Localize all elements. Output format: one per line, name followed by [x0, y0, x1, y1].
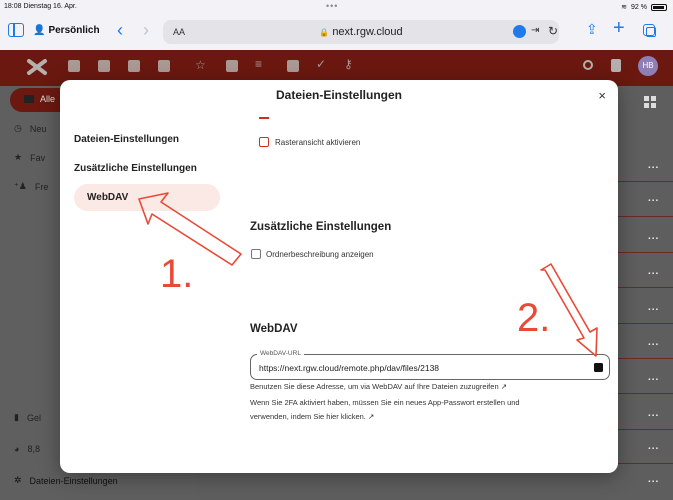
- reader-icon[interactable]: ⇥: [531, 25, 539, 36]
- clipboard-icon[interactable]: [594, 363, 603, 372]
- row-actions-button[interactable]: ...: [648, 160, 659, 171]
- status-bar: 18:08 Dienstag 16. Apr. ••• ≋ 92 %: [0, 0, 673, 14]
- trash-icon: ▮: [14, 412, 19, 422]
- sidebar-item-settings[interactable]: ✲ Dateien-Einstellungen: [14, 475, 118, 486]
- deck-app-icon[interactable]: ≡: [255, 57, 267, 71]
- webdav-help-link[interactable]: Benutzen Sie diese Adresse, um via WebDA…: [250, 381, 507, 393]
- wifi-icon: ≋: [621, 4, 628, 11]
- section-underline: [259, 117, 269, 119]
- grid-view-label: Rasteransicht aktivieren: [275, 138, 361, 147]
- close-icon[interactable]: ×: [598, 88, 606, 103]
- files-app-icon[interactable]: [68, 60, 80, 72]
- webdav-url-field[interactable]: WebDAV-URL https://next.rgw.cloud/remote…: [250, 350, 610, 380]
- row-actions-button[interactable]: ...: [648, 337, 659, 348]
- contacts-app-icon[interactable]: [128, 60, 140, 72]
- folder-description-label: Ordnerbeschreibung anzeigen: [266, 250, 374, 259]
- mail-app-icon[interactable]: [98, 60, 110, 72]
- browser-toolbar: 👤 Persönlich ‹ › AA 🔒 next.rgw.cloud ⇥ ↻ …: [0, 14, 673, 50]
- share-icon[interactable]: ⇪: [586, 21, 598, 38]
- contacts-menu-icon[interactable]: [611, 59, 621, 72]
- sidebar-item-recent[interactable]: ◷ Neu: [14, 123, 46, 134]
- back-icon[interactable]: ‹: [117, 20, 123, 41]
- nav-item-file-settings[interactable]: Dateien-Einstellungen: [74, 134, 179, 145]
- row-actions-button[interactable]: ...: [648, 302, 659, 313]
- address-bar[interactable]: AA 🔒 next.rgw.cloud ⇥ ↻: [163, 20, 559, 44]
- share-user-icon: ⁺♟: [14, 181, 27, 191]
- battery-icon: [651, 3, 667, 11]
- webdav-url-label: WebDAV-URL: [257, 350, 304, 357]
- person-icon: 👤: [33, 25, 46, 36]
- tabs-overview-icon[interactable]: [643, 24, 656, 37]
- profile-button[interactable]: 👤 Persönlich: [33, 25, 100, 36]
- row-actions-button[interactable]: ...: [648, 193, 659, 204]
- pie-chart-icon: ◕: [14, 444, 20, 454]
- photos-app-icon[interactable]: [287, 60, 299, 72]
- row-actions-button[interactable]: ...: [648, 441, 659, 452]
- calendar-app-icon[interactable]: [158, 60, 170, 72]
- row-actions-button[interactable]: ...: [648, 266, 659, 277]
- star-app-icon[interactable]: ☆: [195, 58, 207, 72]
- row-actions-button[interactable]: ...: [648, 231, 659, 242]
- clock-icon: ◷: [14, 123, 22, 133]
- grid-view-checkbox[interactable]: [259, 137, 269, 147]
- nav-item-webdav[interactable]: WebDAV: [74, 184, 220, 211]
- app-password-hint: Wenn Sie 2FA aktiviert haben, müssen Sie…: [250, 398, 520, 407]
- star-icon: ★: [14, 152, 23, 162]
- tasks-app-icon[interactable]: ✓: [316, 57, 328, 71]
- multitask-dots[interactable]: •••: [326, 1, 338, 11]
- nav-item-additional-settings[interactable]: Zusätzliche Einstellungen: [74, 163, 197, 174]
- password-icon[interactable]: [513, 25, 526, 38]
- url-text: next.rgw.cloud: [332, 26, 403, 38]
- key-app-icon[interactable]: ⚷: [344, 57, 356, 71]
- annotation-step-2: 2.: [517, 296, 551, 340]
- search-icon[interactable]: [583, 60, 593, 70]
- folder-description-checkbox[interactable]: [251, 249, 261, 259]
- activity-app-icon[interactable]: [226, 60, 238, 72]
- battery-percent: 92 %: [631, 3, 647, 11]
- additional-settings-heading: Zusätzliche Einstellungen: [250, 221, 392, 233]
- nextcloud-logo-icon[interactable]: [26, 58, 48, 76]
- user-avatar[interactable]: HB: [638, 56, 658, 76]
- modal-title: Dateien-Einstellungen: [275, 88, 403, 102]
- app-password-link[interactable]: verwenden, indem Sie hier klicken. ↗: [250, 411, 374, 423]
- row-actions-button[interactable]: ...: [648, 408, 659, 419]
- status-time: 18:08 Dienstag 16. Apr.: [4, 3, 77, 10]
- row-actions-button[interactable]: ...: [648, 474, 659, 485]
- webdav-url-value[interactable]: https://next.rgw.cloud/remote.php/dav/fi…: [259, 363, 439, 373]
- sidebar-toggle-icon[interactable]: [8, 23, 24, 37]
- reload-icon[interactable]: ↻: [548, 24, 558, 38]
- gear-icon: ✲: [14, 475, 22, 485]
- sidebar-item-shares[interactable]: ⁺♟ Fre: [14, 181, 48, 192]
- storage-quota: ◕ 8,8: [14, 444, 40, 454]
- sidebar-item-favorites[interactable]: ★ Fav: [14, 152, 45, 163]
- settings-modal: Dateien-Einstellungen × Dateien-Einstell…: [60, 80, 618, 473]
- folder-icon: [24, 95, 34, 103]
- webdav-heading: WebDAV: [250, 323, 298, 335]
- grid-view-icon[interactable]: [644, 96, 656, 108]
- annotation-step-1: 1.: [160, 252, 194, 296]
- new-tab-icon[interactable]: +: [613, 17, 625, 40]
- forward-icon[interactable]: ›: [143, 20, 149, 41]
- row-actions-button[interactable]: ...: [648, 372, 659, 383]
- lock-icon: 🔒: [319, 28, 330, 37]
- sidebar-item-trash[interactable]: ▮ Gel: [14, 412, 41, 423]
